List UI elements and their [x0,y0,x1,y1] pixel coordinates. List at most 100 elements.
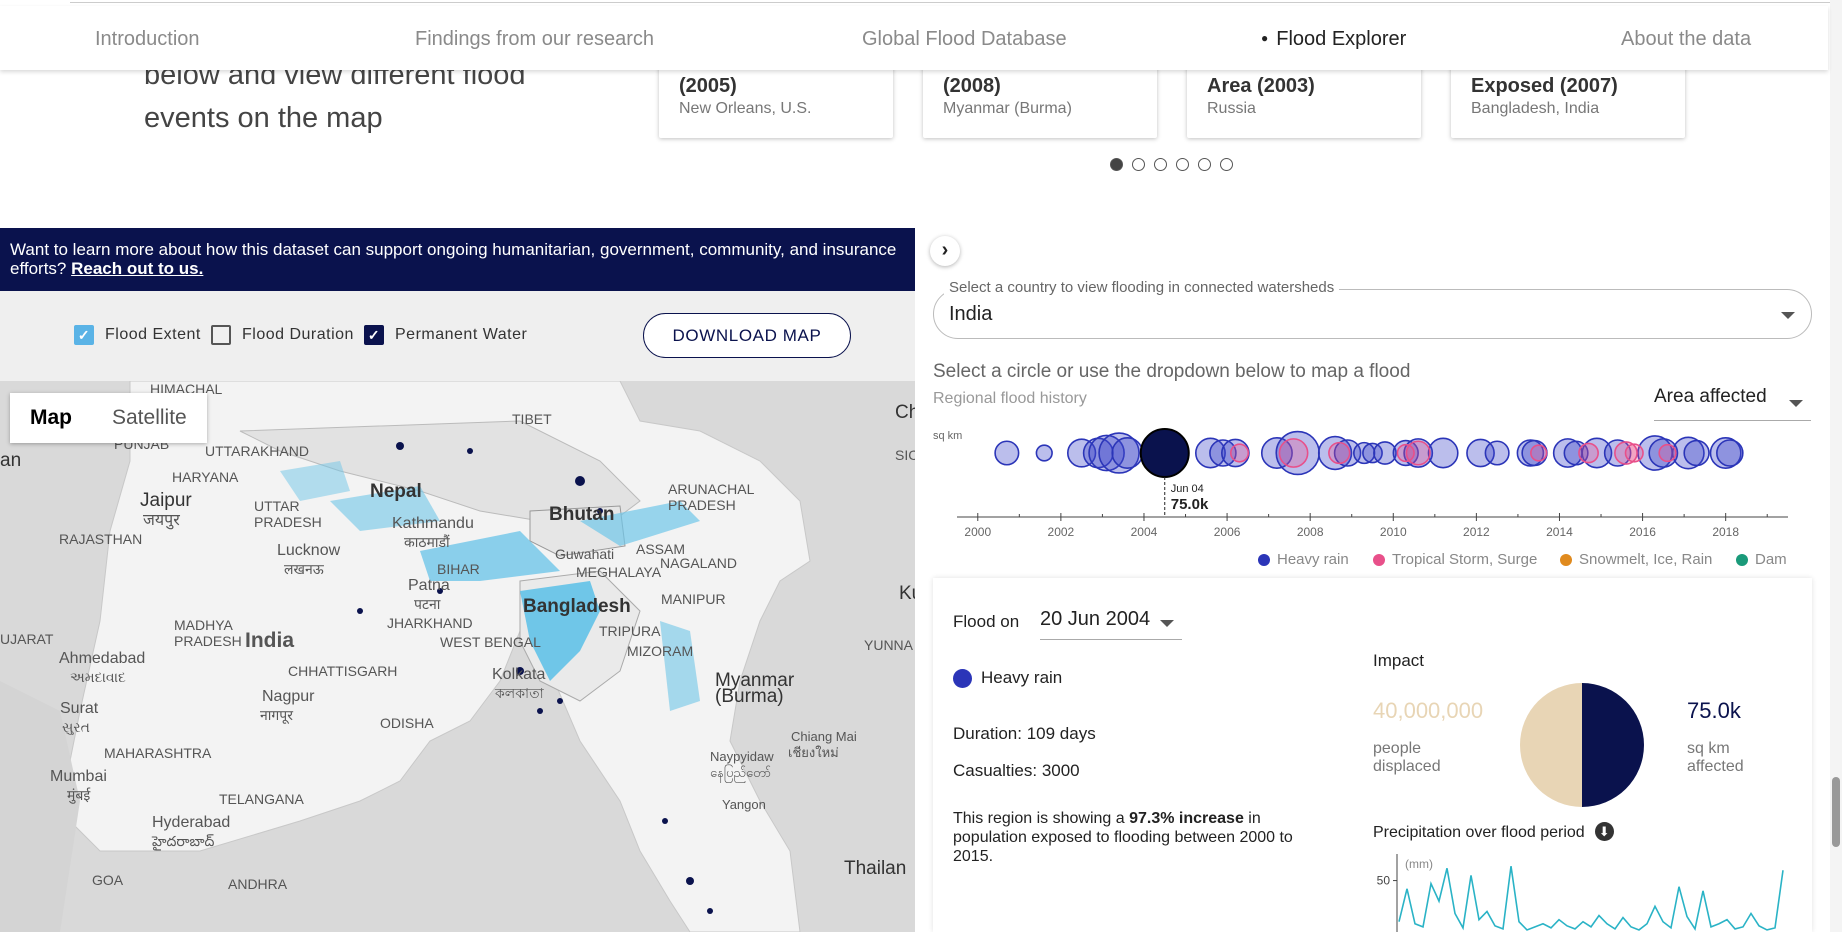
country-select-label: Select a country to view flooding in con… [944,279,1340,296]
country-select-value: India [949,303,993,325]
map-label: Chiang Mai [791,729,857,744]
flood-event-bubble [1427,437,1459,469]
contact-link[interactable]: Reach out to us. [71,259,203,278]
carousel-dot[interactable] [1176,158,1189,171]
flood-date-select[interactable]: 20 Jun 2004 [1040,608,1182,640]
legend-label: Tropical Storm, Surge [1392,551,1538,568]
precipitation-chart: (mm) 50 [1377,854,1784,932]
map-label: TIBET [512,411,552,427]
scrollbar-thumb[interactable] [1832,777,1840,847]
map-label: India [245,629,295,652]
flood-card[interactable]: (2005) New Orleans, U.S. [659,60,893,138]
map-label: नागपूर [260,707,293,723]
flood-event-bubble [1111,437,1144,469]
map-label: Patna [408,577,450,594]
flood-card[interactable]: Area (2003) Russia [1187,60,1421,138]
intro-line-2: events on the map [144,102,383,134]
x-axis-tick-label: 2018 [1712,525,1739,539]
card-title: Exposed (2007) [1471,75,1618,97]
checkbox-label: Flood Duration [242,326,354,343]
highlight-value-label: 75.0k [1171,496,1209,513]
nav-introduction[interactable]: Introduction [95,28,200,51]
impact-label: Impact [1373,651,1425,670]
flood-map[interactable]: Map Satellite HIMACHAL TIBET PUNJAB UTTA… [0,381,915,932]
map-label: ANDHRA [228,876,288,892]
country-select[interactable]: Select a country to view flooding in con… [933,279,1812,339]
map-layer-controls: ✓ Flood Extent Flood Duration ✓ Permanen… [0,291,915,381]
map-label: Thailan [844,858,907,879]
x-axis-tick-label: 2010 [1380,525,1407,539]
carousel-dot[interactable] [1198,158,1211,171]
metric-select[interactable]: Area affected [1654,386,1811,421]
explorer-subtitle: Regional flood history [933,390,1087,407]
carousel-dot[interactable] [1220,158,1233,171]
page-top-rule [70,0,1830,3]
flood-date-value: 20 Jun 2004 [1040,608,1151,630]
x-axis-tick-label: 2008 [1297,525,1324,539]
flood-card[interactable]: (2008) Myanmar (Burma) [923,60,1157,138]
flood-event-bubble [1278,438,1309,468]
map-label: जयपुर [143,512,180,529]
map-label: Naypyidaw [710,749,774,764]
flood-event-bubble [1578,442,1599,464]
pie-slice [1520,683,1582,807]
map-label: UTTAR PRADESH [254,498,322,530]
top-navigation: Introduction Findings from our research … [0,6,1828,70]
carousel-dot[interactable] [1110,158,1123,171]
nav-global-flood-database[interactable]: Global Flood Database [862,28,1067,51]
map-label: RAJASTHAN [59,531,143,547]
card-title: Area (2003) [1207,75,1315,97]
map-label: MANIPUR [661,591,726,607]
map-label: UTTARAKHAND [205,443,309,459]
flood-card[interactable]: Exposed (2007) Bangladesh, India [1451,60,1685,138]
area-affected-value: 75.0k [1687,698,1741,723]
map-label: GOA [92,872,124,888]
map-label: Ch [895,402,915,423]
map-label: ARUNACHAL PRADESH [668,481,755,513]
flood-extent-checkbox[interactable]: ✓ Flood Extent [74,325,201,345]
legend-item: Dam [1736,551,1787,568]
map-label: Lucknow [277,542,341,559]
checkbox-unchecked-icon [211,325,231,345]
cause-label: Heavy rain [981,668,1063,687]
map-label: NAGALAND [660,555,738,571]
flood-event-bubble [1716,439,1744,467]
download-map-button[interactable]: DOWNLOAD MAP [643,313,851,358]
people-displaced-value: 40,000,000 [1373,698,1484,723]
carousel-dot[interactable] [1132,158,1145,171]
download-icon[interactable]: ⬇ [1594,822,1614,841]
card-title: (2005) [679,75,737,97]
map-label: Ahmedabad [59,650,146,667]
collapse-panel-button[interactable]: › [930,236,960,266]
checkbox-checked-icon: ✓ [74,325,94,345]
map-label: နေပြည်တော် [710,765,772,780]
cause-swatch [953,668,972,688]
flood-duration-checkbox[interactable]: Flood Duration [211,325,354,345]
nav-findings[interactable]: Findings from our research [415,28,654,51]
flood-history-chart[interactable]: sq km 2000 2002 2004 2006 2008 2010 2012 2014 201… [933,425,1812,545]
carousel-dot[interactable] [1154,158,1167,171]
region-trend-text: This region is showing a 97.3% increase … [953,809,1333,866]
map-label: Kathmandu [392,515,474,532]
satellite-view-button[interactable]: Satellite [92,393,207,443]
map-label: Surat [60,700,99,717]
pie-slice [1582,683,1644,807]
legend-item: Heavy rain [1258,551,1349,568]
contact-banner: Want to learn more about how this datase… [0,228,915,291]
metric-select-value: Area affected [1654,386,1767,407]
legend-label: Snowmelt, Ice, Rain [1579,551,1713,568]
x-axis-tick-label: 2002 [1048,525,1075,539]
nav-about-data[interactable]: About the data [1621,28,1751,51]
flood-on-label: Flood on [953,612,1020,631]
nav-flood-explorer[interactable]: Flood Explorer [1261,28,1406,51]
checkbox-checked-icon: ✓ [364,325,384,345]
highlight-date-label: Jun 04 [1171,483,1204,495]
flood-event-bubble [1484,440,1510,466]
map-label: WEST BENGAL [440,634,541,650]
map-view-button[interactable]: Map [10,393,92,443]
people-displaced-label: people displaced [1373,740,1441,775]
map-label: पटना [414,596,441,612]
permanent-water-checkbox[interactable]: ✓ Permanent Water [364,325,527,345]
page-scrollbar[interactable] [1830,0,1842,932]
legend-swatch [1736,553,1748,566]
